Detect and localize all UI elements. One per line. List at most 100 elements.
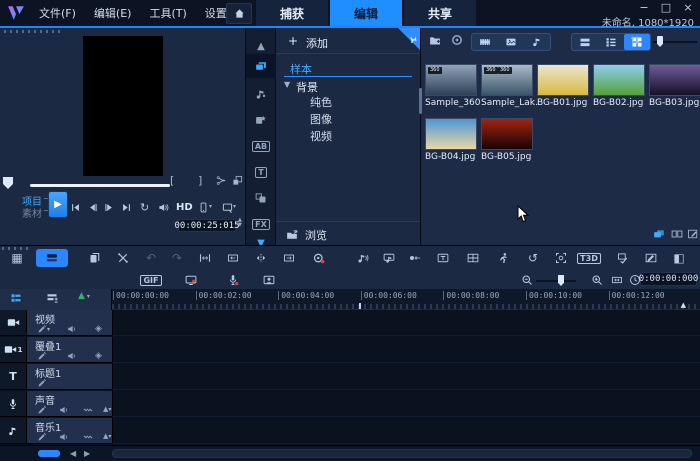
track-lane[interactable] [112,337,700,363]
music-track-icon[interactable] [0,418,26,444]
minimize-icon[interactable]: − [638,1,650,14]
import-folder-icon[interactable] [429,34,441,46]
audio-category-icon[interactable] [246,82,276,106]
extend-interval-icon[interactable] [278,249,300,267]
title-track-icon[interactable]: T [0,364,26,390]
video-track-icon[interactable] [0,310,26,336]
overlay-category-icon[interactable] [246,186,276,210]
track-header[interactable]: 覆叠1◈ [26,337,112,363]
timeline-ruler[interactable]: ▲ 00:00:00:0000:00:02:0000:00:04:0000:00… [112,289,700,310]
jump-start-icon[interactable] [70,200,81,214]
track-header[interactable]: 标题1 [26,364,112,390]
mark-in-icon[interactable]: [ [170,175,174,186]
timecode-spinner[interactable]: ▲▼ [238,218,242,227]
list-view-icon[interactable] [572,34,598,50]
track-ripple-icon[interactable]: ◈ [95,324,102,334]
horizontal-scrollbar-track[interactable] [112,449,692,458]
storyboard-view-icon[interactable]: ▦ [6,249,28,267]
media-category-icon[interactable] [246,54,276,78]
auto-music-icon[interactable] [378,249,400,267]
transition-category-icon[interactable] [246,108,276,132]
panel-splitter-handle[interactable] [419,88,422,114]
track-speaker-icon[interactable] [67,324,77,334]
jump-end-icon[interactable] [121,200,132,214]
scroll-right-button[interactable]: ▶ [84,449,90,458]
tab-编辑[interactable]: 编辑 [330,0,402,26]
zoom-out-icon[interactable] [516,271,538,289]
mask-creator-icon[interactable]: ◧ [668,249,690,267]
draw-mask-icon[interactable] [640,249,662,267]
menu-3[interactable]: 工具(T) [140,5,195,21]
snapshot-icon[interactable]: ▾ [222,200,236,214]
vertical-preview-icon[interactable]: ▾ [198,200,212,214]
preview-timecode[interactable]: 00:00:25:015 [178,219,236,232]
gif-icon[interactable]: GIF [140,271,162,289]
undo-icon[interactable]: ↶ [140,249,162,267]
customize-tools-icon[interactable] [112,249,134,267]
track-lane[interactable] [112,418,700,444]
track-pencil-icon[interactable] [37,378,47,388]
compact-view-icon[interactable] [671,228,683,240]
ripple-options-icon[interactable]: ▲▾ [78,292,90,301]
tree-item-图像[interactable]: 图像 [310,111,332,127]
media-thumbnail[interactable] [649,64,700,96]
thumbnail-size-slider-thumb[interactable] [657,36,663,47]
multi-trim-icon[interactable] [308,249,330,267]
face-effect-icon[interactable] [550,249,572,267]
timeline-zoom-slider-track[interactable] [536,280,576,282]
track-duck-icon[interactable]: ▲▾ [103,432,111,440]
speed-icon[interactable] [404,249,426,267]
track-scroll-thumb[interactable] [38,450,60,457]
menu-2[interactable]: 编辑(E) [85,5,141,21]
detail-view-icon[interactable] [598,34,624,50]
caret-down-icon[interactable]: ▼ [284,80,290,89]
scroll-left-button[interactable]: ◀ [70,449,76,458]
track-header[interactable]: 视频▾◈ [26,310,112,336]
browse-button[interactable]: 浏览 [286,227,327,243]
track-pencil-caret-icon[interactable]: ▾ [37,324,50,334]
title-category-icon[interactable]: T [246,160,276,184]
scrubber-thumb[interactable] [3,177,13,189]
panel-drag-handle[interactable] [4,30,64,33]
subtitle-editor-icon[interactable] [432,249,454,267]
media-thumbnail[interactable]: 360 [425,64,477,96]
title-3d-icon[interactable]: T3D [578,249,600,267]
menu-1[interactable]: 文件(F) [30,5,85,21]
sort-icon[interactable] [629,34,641,46]
mark-out-icon[interactable]: ] [198,175,202,186]
media-thumbnail[interactable] [593,64,645,96]
split-clip-icon[interactable] [250,249,272,267]
track-pencil-icon[interactable] [37,351,47,361]
photo-filter-icon[interactable] [498,34,524,50]
plus-icon[interactable]: + [288,34,298,48]
track-lane[interactable] [112,364,700,390]
tree-item-background[interactable]: 背景 [296,79,318,95]
track-header[interactable]: 音乐1▲▾ [26,418,112,444]
track-lane[interactable] [112,310,700,336]
track-wave-icon[interactable] [83,432,93,442]
copy-icon[interactable] [84,249,106,267]
sound-mixer-icon[interactable] [352,249,374,267]
track-manager-icon[interactable] [46,292,58,304]
prev-frame-icon[interactable] [87,200,98,214]
scrubber-track[interactable] [30,184,170,187]
media-thumbnail[interactable] [537,64,589,96]
tree-item-纯色[interactable]: 纯色 [310,94,332,110]
track-wave-icon[interactable] [83,405,93,415]
media-folders-icon[interactable] [653,228,665,240]
zoom-in-icon[interactable] [586,271,608,289]
split-screen-icon[interactable] [462,249,484,267]
next-frame-icon[interactable] [104,200,115,214]
template-category-icon[interactable]: AB [246,134,276,158]
track-speaker-icon[interactable] [59,405,69,415]
track-ripple-icon[interactable]: ◈ [95,351,102,361]
batch-convert-icon[interactable] [612,249,634,267]
edit-info-icon[interactable] [687,228,699,240]
voice-track-icon[interactable] [0,391,26,417]
split-scissors-icon[interactable] [216,175,227,186]
track-pencil-icon[interactable] [37,432,47,442]
home-button[interactable] [226,3,252,24]
timeline-zoom-slider-thumb[interactable] [558,275,564,286]
add-folder-label[interactable]: 添加 [306,35,328,51]
volume-icon[interactable] [158,200,169,214]
